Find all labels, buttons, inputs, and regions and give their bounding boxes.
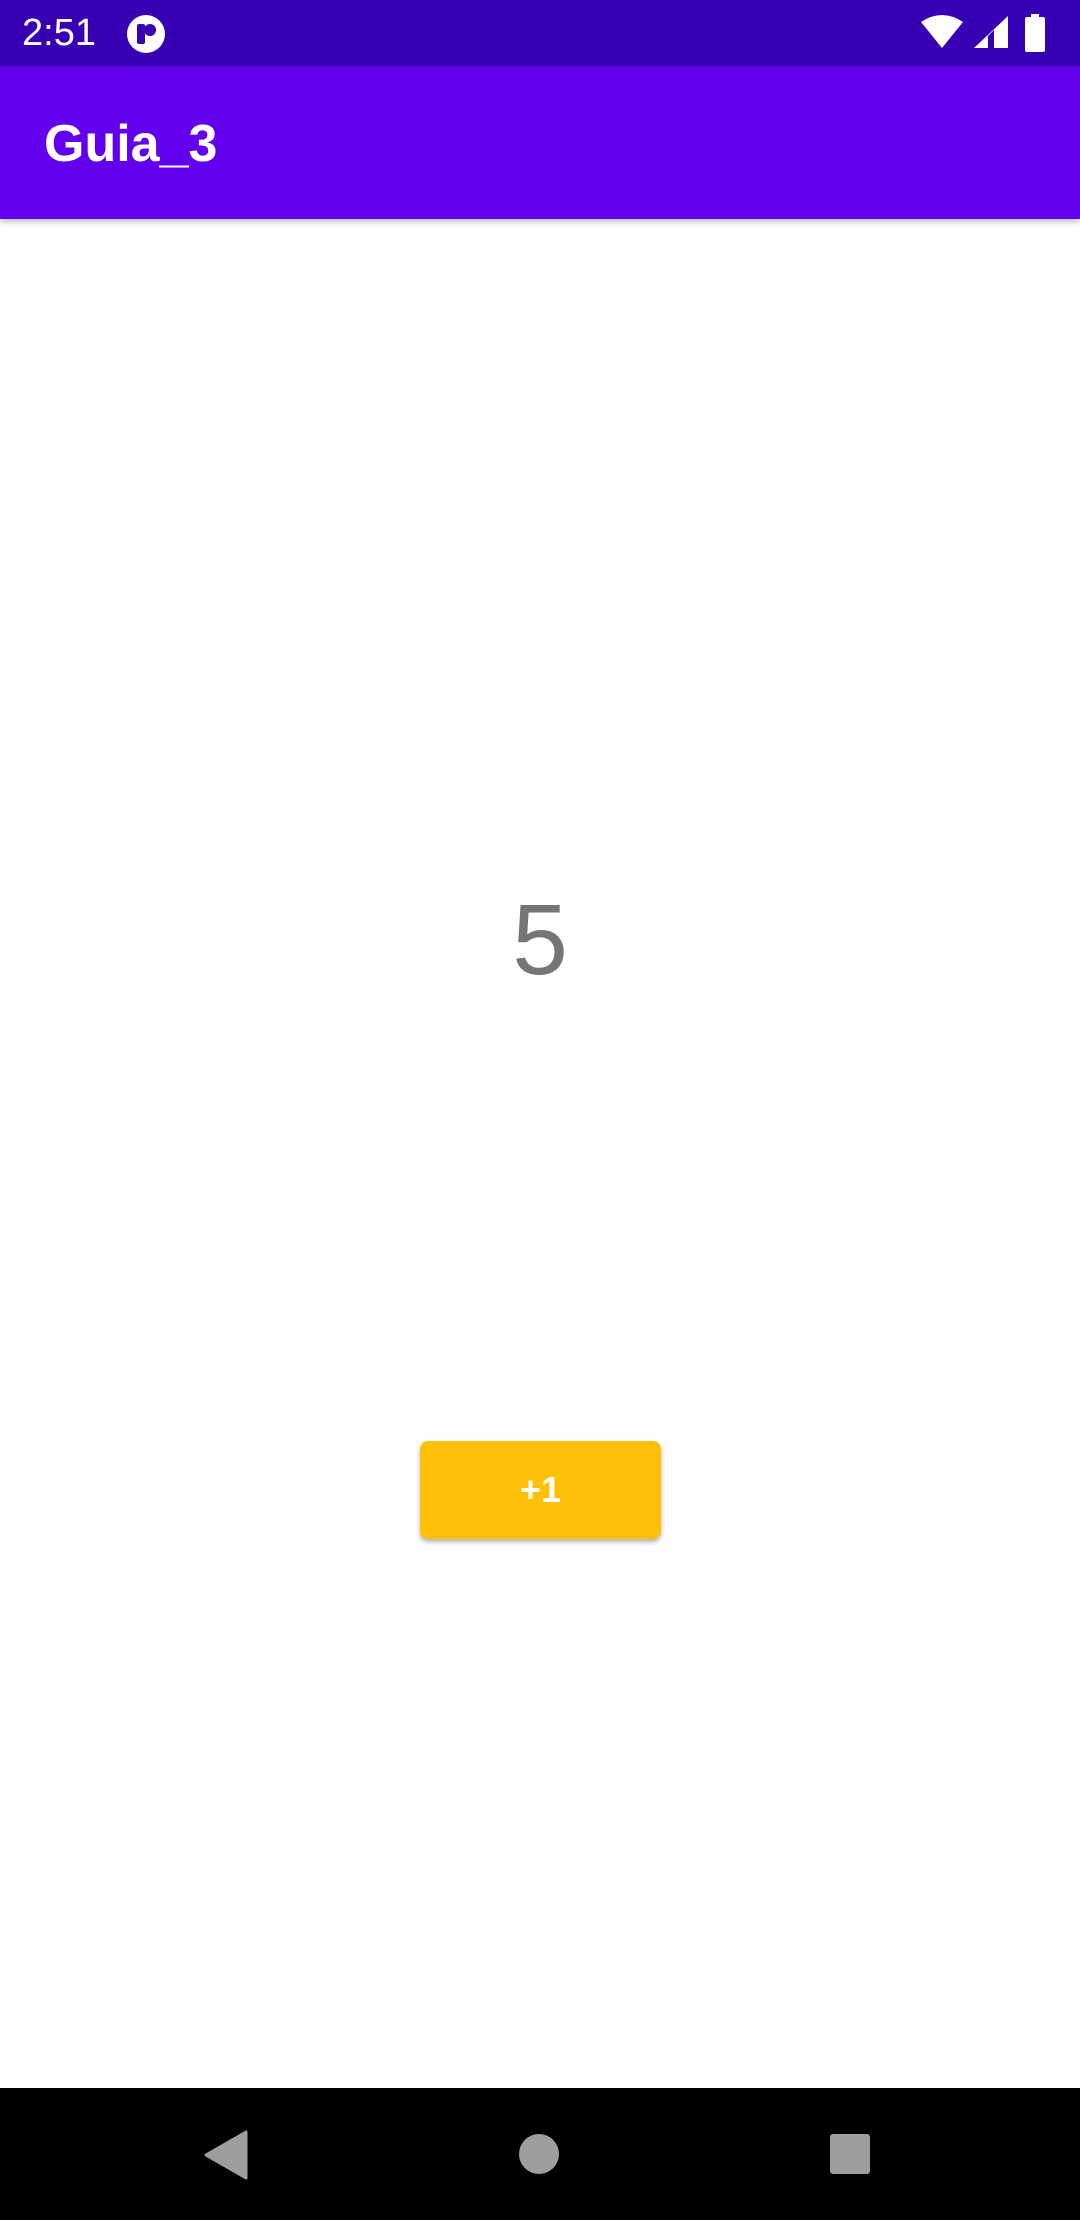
- battery-icon: [1024, 14, 1046, 52]
- wifi-icon: [920, 14, 964, 50]
- app-bar: Guia_3: [0, 66, 1080, 219]
- recents-icon[interactable]: [829, 2133, 871, 2175]
- status-time: 2:51: [22, 12, 96, 54]
- app-title: Guia_3: [44, 115, 218, 173]
- increment-button[interactable]: +1: [420, 1441, 661, 1539]
- status-icons: [920, 0, 1080, 66]
- counter-value: 5: [512, 884, 568, 996]
- back-icon[interactable]: [204, 2130, 248, 2180]
- home-icon[interactable]: [518, 2133, 560, 2175]
- navigation-bar: [0, 2088, 1080, 2220]
- cell-signal-icon: [972, 14, 1010, 50]
- app-screen: 2:51 Guia_3 5 +1: [0, 0, 1080, 2220]
- status-bar: 2:51: [0, 0, 1080, 66]
- app-notification-icon: [126, 14, 166, 54]
